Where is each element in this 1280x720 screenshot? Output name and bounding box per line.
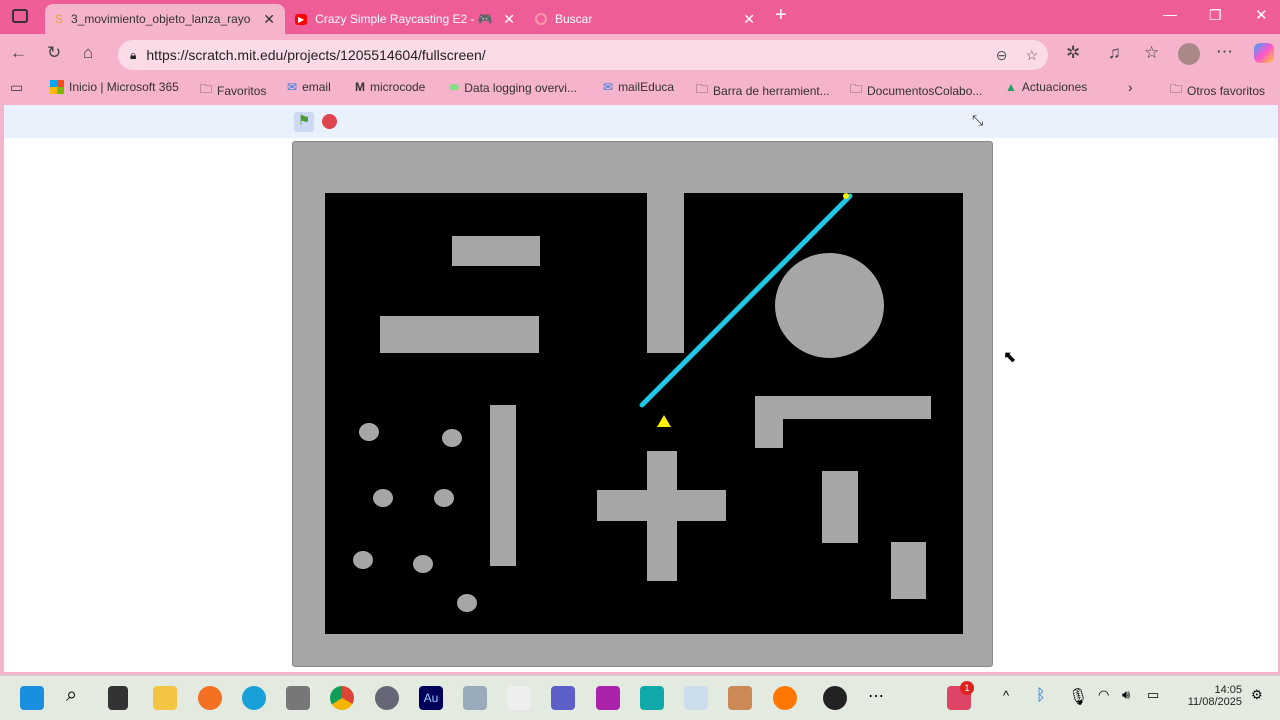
green-flag-icon[interactable]: ⚑ xyxy=(294,112,314,132)
stage-controls: ⚑ ⤡ xyxy=(4,105,1278,138)
teams-icon[interactable] xyxy=(551,686,575,710)
settings-icon[interactable] xyxy=(375,686,399,710)
star-icon[interactable]: ☆ xyxy=(1025,47,1038,64)
more-icon[interactable]: ⋯ xyxy=(1216,42,1233,62)
ray xyxy=(639,193,853,408)
bookmark[interactable]: Inicio | Microsoft 365 xyxy=(50,80,179,94)
tab-buscar[interactable]: Buscar ✕ xyxy=(525,4,765,34)
folder-icon: 🗀 xyxy=(850,82,863,96)
zoom-icon[interactable]: ⊖ xyxy=(996,47,1008,64)
address-bar[interactable]: 🔒︎ https://scratch.mit.edu/projects/1205… xyxy=(118,40,1048,70)
tab-youtube[interactable]: ▶ Crazy Simple Raycasting E2 - 🎮 ✕ xyxy=(285,4,525,34)
mail-icon: ✉ xyxy=(287,80,298,94)
tab-bar: S 3_movimiento_objeto_lanza_rayo ✕ ▶ Crazy … xyxy=(0,0,1280,34)
taskbar: ⌕ Au ⋯ 1 ^ ᛒ 🎙︎ ◠ 🔊︎ ▭ 14:05 11/08/2025 ⚙ xyxy=(0,675,1280,720)
app-icon[interactable] xyxy=(463,686,487,710)
favorites-icon[interactable]: ☆ xyxy=(1144,43,1159,63)
back-icon[interactable]: ← xyxy=(10,43,27,63)
ray-hit xyxy=(843,193,849,199)
microcode-icon: M xyxy=(355,80,365,94)
youtube-icon: ▶ xyxy=(295,13,308,25)
copilot-icon[interactable] xyxy=(1254,43,1274,63)
start-icon[interactable] xyxy=(20,686,44,710)
bookmark[interactable]: ✉ email xyxy=(287,80,331,94)
file-explorer-icon[interactable] xyxy=(153,686,177,710)
player-sprite[interactable] xyxy=(657,415,671,427)
microsoft-icon xyxy=(50,80,64,94)
exit-fullscreen-icon[interactable]: ⤡ xyxy=(972,112,983,129)
battery-icon[interactable]: ▭ xyxy=(1147,687,1159,703)
collections-icon[interactable]: ▭ xyxy=(10,79,23,96)
gimp-icon[interactable] xyxy=(286,686,310,710)
more-apps-icon[interactable]: ⋯ xyxy=(868,686,884,706)
close-tab-icon[interactable]: ✕ xyxy=(503,11,515,28)
minimize-button[interactable]: — xyxy=(1163,6,1177,22)
app-icon[interactable] xyxy=(684,686,708,710)
search-icon[interactable]: ⌕ xyxy=(66,684,77,707)
bookmark[interactable]: ▲ Actuaciones xyxy=(1005,80,1087,94)
clock[interactable]: 14:05 11/08/2025 xyxy=(1178,684,1242,708)
show-hidden-icons[interactable]: ^ xyxy=(1003,688,1009,703)
bookmark[interactable]: ✉ mailEduca xyxy=(603,80,674,94)
refresh-icon[interactable]: ↻ xyxy=(47,43,61,63)
bluetooth-icon[interactable]: ᛒ xyxy=(1036,687,1046,705)
tab-scratch[interactable]: S 3_movimiento_objeto_lanza_rayo ✕ xyxy=(45,4,285,34)
close-tab-icon[interactable]: ✕ xyxy=(263,11,275,28)
lock-icon: 🔒︎ xyxy=(130,47,137,62)
bookmarks-bar: ▭ Inicio | Microsoft 365 🗀 Favoritos ✉ ema… xyxy=(0,74,1280,104)
volume-icon[interactable]: 🔊︎ xyxy=(1122,687,1130,703)
wifi-icon[interactable]: ◠ xyxy=(1098,687,1109,703)
folder-icon: 🗀 xyxy=(200,82,213,96)
notification-badge: 1 xyxy=(960,681,974,695)
folder-icon: 🗀 xyxy=(696,82,709,96)
media-icon[interactable]: ♫ xyxy=(1108,43,1121,63)
bookmark[interactable]: ⬬ Data logging overvi... xyxy=(449,80,577,95)
mail-icon: ✉ xyxy=(603,80,614,94)
new-tab-button[interactable]: + xyxy=(775,4,787,27)
drive-icon: ▲ xyxy=(1005,80,1017,94)
edge-icon[interactable] xyxy=(242,686,266,710)
app-icon[interactable] xyxy=(596,686,620,710)
notifications-icon[interactable]: ⚙ xyxy=(1251,687,1263,703)
app-icon[interactable] xyxy=(507,686,531,710)
bookmark[interactable]: 🗀 DocumentosColabo... xyxy=(850,80,982,101)
app-icon[interactable] xyxy=(728,686,752,710)
close-window-button[interactable]: ✕ xyxy=(1255,6,1268,24)
app-icon[interactable] xyxy=(773,686,797,710)
app-icon[interactable] xyxy=(640,686,664,710)
chrome-icon[interactable] xyxy=(330,686,354,710)
tab-actions-icon[interactable] xyxy=(12,9,28,23)
other-bookmarks[interactable]: 🗀 Otros favoritos xyxy=(1170,80,1265,101)
avatar[interactable] xyxy=(1178,43,1200,65)
bookmark[interactable]: 🗀 Barra de herramient... xyxy=(696,80,830,101)
stop-icon[interactable] xyxy=(322,114,337,129)
obs-icon[interactable] xyxy=(823,686,847,710)
restore-button[interactable]: ❐ xyxy=(1209,7,1222,24)
scratch-icon: S xyxy=(55,12,64,26)
close-tab-icon[interactable]: ✕ xyxy=(743,11,755,28)
firefox-icon[interactable] xyxy=(198,686,222,710)
task-view-icon[interactable] xyxy=(108,686,128,710)
microphone-icon[interactable]: 🎙︎ xyxy=(1068,687,1088,707)
arena xyxy=(325,193,963,634)
link-icon: ⬬ xyxy=(449,80,460,94)
url-text[interactable]: https://scratch.mit.edu/projects/1205514… xyxy=(146,47,485,63)
bookmark[interactable]: Mmicrocode xyxy=(355,80,425,94)
more-bookmarks-icon[interactable]: › xyxy=(1128,79,1133,95)
extensions-icon[interactable]: ✲ xyxy=(1066,43,1080,63)
home-icon[interactable]: ⌂ xyxy=(83,43,93,63)
bookmark[interactable]: 🗀 Favoritos xyxy=(200,80,266,101)
loading-icon xyxy=(535,13,547,25)
audition-icon[interactable]: Au xyxy=(419,686,443,710)
ray-layer xyxy=(639,193,853,427)
folder-icon: 🗀 xyxy=(1170,82,1183,96)
mouse-cursor-icon: ⬉ xyxy=(1003,349,1017,366)
